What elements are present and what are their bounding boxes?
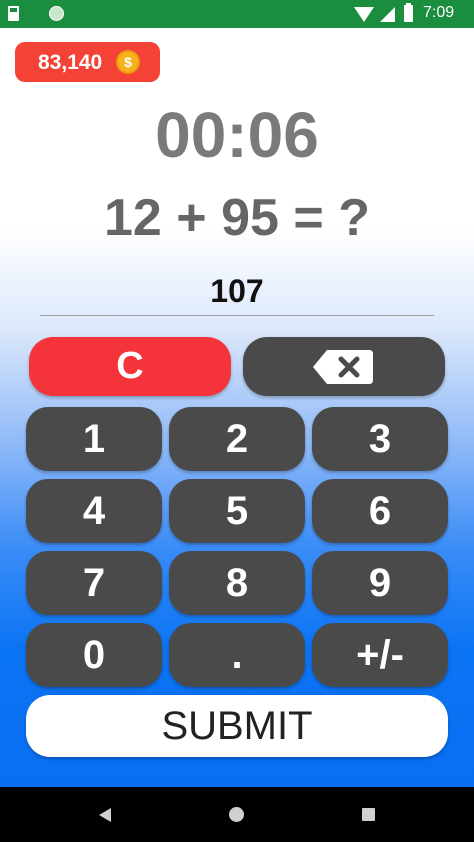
coin-balance-badge[interactable]: 83,140 $ [15,42,160,82]
status-time: 7:09 [423,4,455,21]
key-7[interactable]: 7 [26,551,162,615]
key-5[interactable]: 5 [169,479,305,543]
sd-card-icon [8,6,19,21]
answer-field[interactable]: 107 [40,273,434,316]
key-decimal[interactable]: . [169,623,305,687]
key-4[interactable]: 4 [26,479,162,543]
key-1[interactable]: 1 [26,407,162,471]
key-9[interactable]: 9 [312,551,448,615]
app-screen: 83,140 $ 00:06 12 + 95 = ? 107 C 1 2 3 4… [0,28,474,787]
submit-button[interactable]: SUBMIT [26,695,448,757]
clear-button[interactable]: C [29,337,231,396]
back-icon[interactable] [99,808,111,822]
key-2[interactable]: 2 [169,407,305,471]
status-bar: 7:09 [0,0,474,28]
coin-icon: $ [116,50,140,74]
key-0[interactable]: 0 [26,623,162,687]
key-8[interactable]: 8 [169,551,305,615]
navigation-bar [0,787,474,842]
wifi-icon [354,7,374,22]
key-3[interactable]: 3 [312,407,448,471]
home-icon[interactable] [229,807,244,822]
backspace-button[interactable] [243,337,445,396]
recent-apps-icon[interactable] [362,808,375,821]
battery-icon [404,3,413,22]
key-plus-minus[interactable]: +/- [312,623,448,687]
key-6[interactable]: 6 [312,479,448,543]
backspace-icon [313,350,373,384]
coin-amount: 83,140 [38,51,103,74]
math-question: 12 + 95 = ? [104,189,370,247]
timer: 00:06 [155,99,319,171]
signal-icon [380,7,395,22]
notification-dot-icon [49,6,64,21]
